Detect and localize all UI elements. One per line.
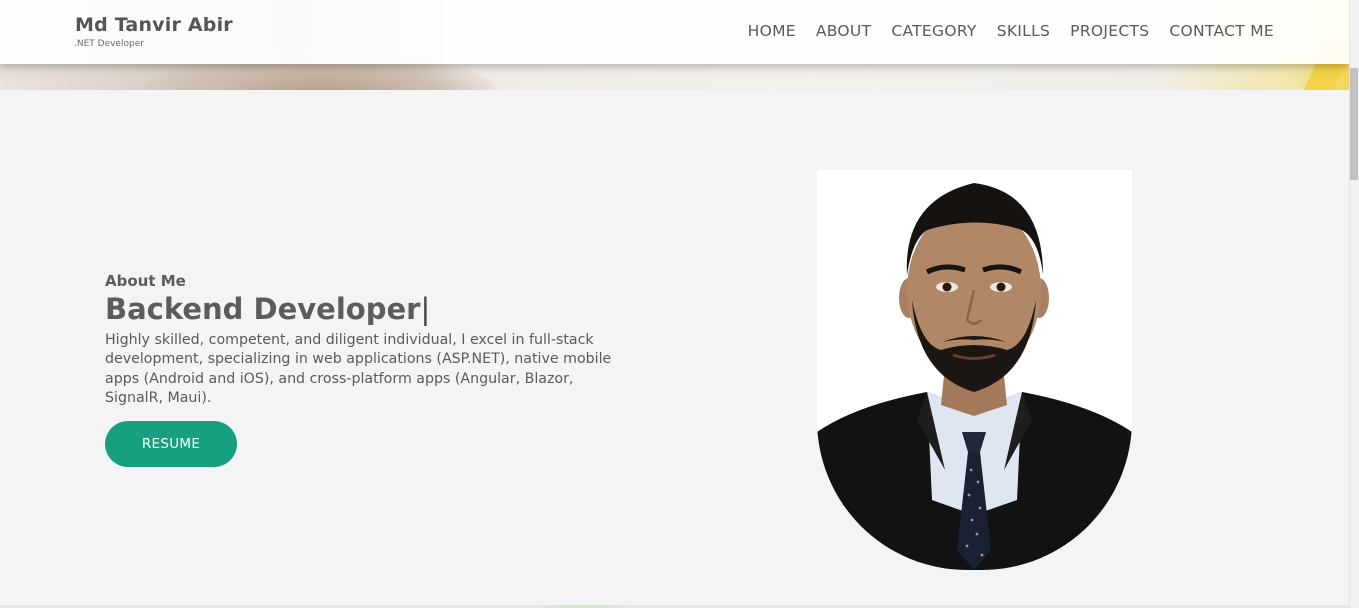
profile-photo-illustration <box>817 183 1132 570</box>
nav-contact-me[interactable]: CONTACT ME <box>1169 22 1274 40</box>
nav-about[interactable]: ABOUT <box>816 22 871 40</box>
nav-category[interactable]: CATEGORY <box>891 22 976 40</box>
page-scrollbar[interactable] <box>1349 0 1359 608</box>
headline: Backend Developer| <box>105 292 430 326</box>
brand-subtitle: .NET Developer <box>74 39 144 49</box>
about-label: About Me <box>105 272 186 290</box>
profile-photo <box>817 170 1132 570</box>
typing-cursor: | <box>420 292 431 326</box>
bio-text: Highly skilled, competent, and diligent … <box>105 332 612 406</box>
main-nav: HOME ABOUT CATEGORY SKILLS PROJECTS CONT… <box>728 22 1274 40</box>
nav-home[interactable]: HOME <box>748 22 796 40</box>
brand-name[interactable]: Md Tanvir Abir <box>75 14 233 36</box>
nav-skills[interactable]: SKILLS <box>997 22 1050 40</box>
headline-text: Backend Developer <box>105 292 421 326</box>
nav-projects[interactable]: PROJECTS <box>1070 22 1149 40</box>
scrollbar-thumb[interactable] <box>1350 68 1358 180</box>
site-header: Md Tanvir Abir .NET Developer HOME ABOUT… <box>0 0 1349 64</box>
resume-button[interactable]: RESUME <box>105 421 237 467</box>
